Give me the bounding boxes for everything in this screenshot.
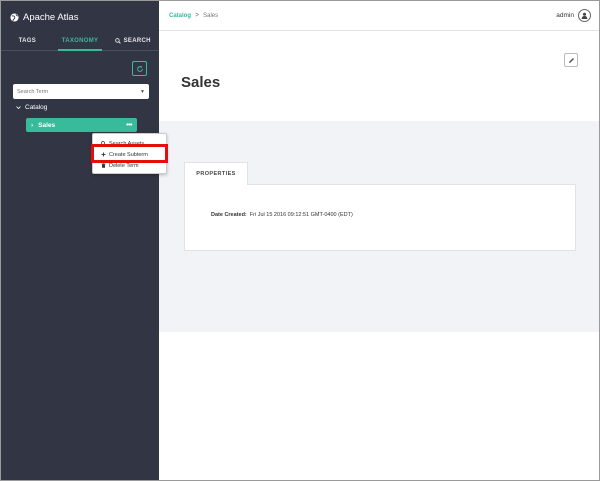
tab-properties[interactable]: PROPERTIES [184,162,248,185]
breadcrumb-separator: > [195,12,200,19]
details-section: PROPERTIES Date Created: Fri Jul 15 2016… [159,121,599,332]
globe-icon [10,12,19,22]
refresh-button[interactable] [132,61,147,76]
brand[interactable]: Apache Atlas [10,9,78,25]
top-header: Catalog > Sales admin [159,1,599,31]
breadcrumb-catalog-link[interactable]: Catalog [169,13,191,19]
highlight-box [91,144,168,163]
chevron-right-icon: › [31,121,34,129]
property-value: Fri Jul 15 2016 09:12:51 GMT-0400 (EDT) [249,212,353,218]
tab-search-label: SEARCH [123,37,151,44]
search-icon [114,37,121,44]
edit-button[interactable] [564,53,578,67]
sidebar-tabs: TAGS TAXONOMY SEARCH [1,31,159,51]
tab-taxonomy-label: TAXONOMY [61,37,99,44]
property-row: Date Created: Fri Jul 15 2016 09:12:51 G… [211,212,353,218]
app-title: Apache Atlas [23,11,79,23]
tab-tags-label: TAGS [18,37,37,44]
tree-node-sales[interactable]: › Sales ••• [26,118,137,132]
menu-item-label: Delete Term [109,162,139,169]
tab-tags[interactable]: TAGS [1,31,54,50]
property-label: Date Created: [211,212,247,218]
user-icon [581,12,588,19]
avatar[interactable] [578,9,591,22]
pencil-icon [568,57,574,63]
tree-node-catalog-label: Catalog [25,104,48,111]
tree-node-catalog[interactable]: Catalog [16,104,47,111]
tree-node-sales-label: Sales [38,121,56,129]
breadcrumb: Catalog > Sales [169,12,218,19]
refresh-icon [136,65,143,72]
chevron-down-icon: ▼ [140,88,145,95]
properties-panel: Date Created: Fri Jul 15 2016 09:12:51 G… [184,184,576,251]
user-menu[interactable]: admin [556,9,591,22]
tab-taxonomy[interactable]: TAXONOMY [54,31,107,51]
breadcrumb-current: Sales [203,12,219,19]
more-options-icon[interactable]: ••• [126,122,132,129]
term-search-select[interactable]: Search Term ▼ [13,84,149,99]
term-search-placeholder: Search Term [17,88,49,95]
app-window: Apache Atlas TAGS TAXONOMY SEARCH Search… [0,0,600,481]
tab-search[interactable]: SEARCH [106,31,159,50]
trash-icon [101,163,106,168]
username: admin [556,12,574,19]
chevron-down-icon [16,106,21,110]
term-header: Sales [159,31,599,121]
page-title: Sales [181,74,221,91]
sidebar: Apache Atlas TAGS TAXONOMY SEARCH Search… [1,1,159,480]
